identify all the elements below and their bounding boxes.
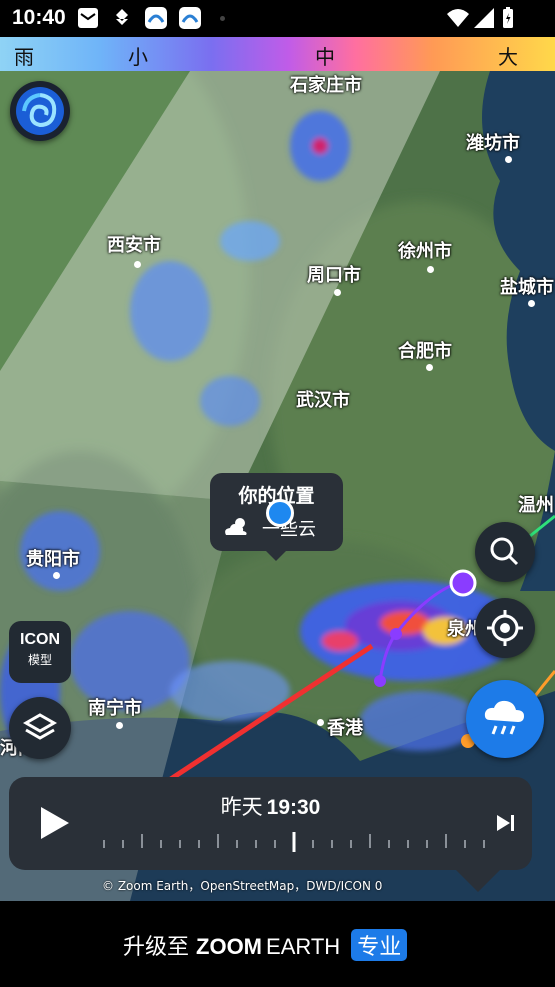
legend-label-light: 小 [128, 45, 148, 69]
signal-icon [474, 8, 494, 28]
locate-me-button[interactable] [475, 598, 535, 658]
city-label[interactable]: 盐城市 [500, 273, 554, 299]
city-label[interactable]: 温州 [518, 491, 554, 517]
notification-dot [220, 16, 225, 21]
mail-icon [78, 8, 98, 28]
legend-label-rain: 雨 [14, 45, 34, 69]
legend-label-moderate: 中 [315, 45, 335, 69]
city-marker [505, 156, 512, 163]
pro-badge: 专业 [351, 929, 408, 961]
skip-to-end-icon[interactable] [493, 811, 517, 835]
brand-earth: EARTH [266, 934, 341, 959]
city-marker [334, 289, 341, 296]
city-label[interactable]: 贵阳市 [26, 545, 80, 571]
map-attribution[interactable]: © Zoom Earth，OpenStreetMap，DWD/ICON 0 [102, 877, 382, 894]
city-label[interactable]: 石家庄市 [290, 71, 362, 97]
upgrade-banner[interactable]: 升级至 ZOOM EARTH 专业 [0, 901, 555, 987]
layers-icon [22, 713, 58, 740]
timeline-scrubber[interactable] [99, 832, 489, 854]
legend-label-heavy: 大 [498, 45, 518, 69]
timeline-time: 19:30 [266, 796, 321, 819]
model-caption: 模型 [27, 653, 52, 667]
model-select-button[interactable]: ICON 模型 [9, 621, 71, 683]
layers-button[interactable] [9, 697, 71, 759]
city-label[interactable]: 香港 [327, 714, 363, 740]
battery-icon [503, 7, 513, 28]
weather-app-icon-2 [179, 7, 201, 29]
city-label[interactable]: 南宁市 [88, 694, 142, 720]
bubble-pointer [266, 551, 286, 561]
city-marker [53, 572, 60, 579]
brand-zoom: ZOOM [196, 934, 263, 959]
zoom-earth-logo-button[interactable] [10, 81, 70, 141]
city-marker [427, 266, 434, 273]
search-button[interactable] [475, 522, 535, 582]
timeline-panel: 昨天 19:30 [9, 777, 532, 870]
city-marker [116, 722, 123, 729]
city-label[interactable]: 合肥市 [398, 337, 452, 363]
spiral-logo-icon [16, 87, 64, 135]
precipitation-layer-button[interactable] [466, 680, 544, 758]
city-marker [426, 364, 433, 371]
rain-cloud-icon [484, 700, 524, 735]
crosshair-icon [487, 610, 523, 646]
city-marker [528, 300, 535, 307]
upgrade-text[interactable]: 升级至 ZOOM EARTH 专业 [123, 929, 408, 961]
timeline-pointer [456, 870, 500, 892]
my-location-dot [266, 499, 294, 527]
city-label[interactable]: 周口市 [307, 261, 361, 287]
timeline-day: 昨天 [220, 795, 263, 819]
wifi-icon [447, 9, 469, 27]
city-label[interactable]: 武汉市 [296, 386, 350, 412]
model-name: ICON [20, 631, 60, 648]
status-time: 10:40 [12, 6, 66, 29]
city-marker [317, 719, 324, 726]
app-notification-icon [116, 9, 128, 25]
search-icon [490, 537, 519, 566]
precipitation-legend: 雨 小 中 大 [0, 37, 555, 71]
upgrade-prefix: 升级至 [123, 935, 190, 960]
city-label[interactable]: 潍坊市 [466, 129, 520, 155]
partly-cloudy-icon [225, 518, 247, 535]
city-label[interactable]: 西安市 [107, 231, 161, 257]
city-marker [134, 261, 141, 268]
status-bar: 10:40 [0, 0, 555, 37]
weather-app-icon [145, 7, 167, 29]
timeline-datetime: 昨天 19:30 [9, 791, 532, 821]
city-label[interactable]: 徐州市 [398, 237, 452, 263]
